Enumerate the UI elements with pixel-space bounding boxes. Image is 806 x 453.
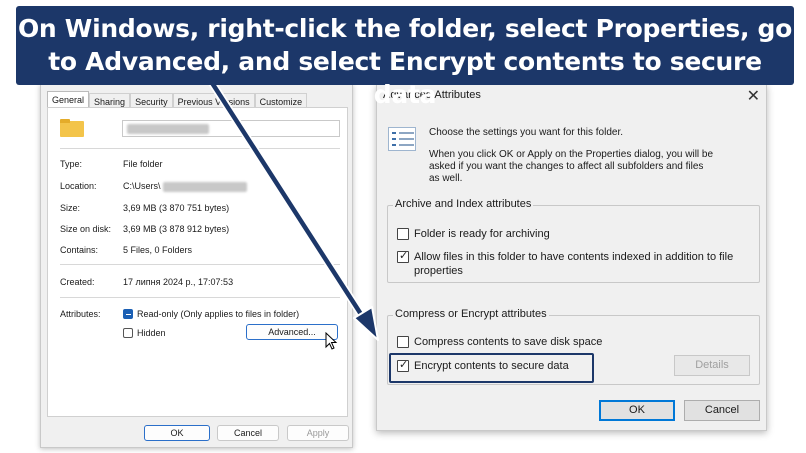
banner-line-1: On Windows, right-click the folder, sele… (17, 14, 793, 43)
banner-line-2: to Advanced, and select Encrypt contents… (48, 47, 762, 109)
instruction-banner: On Windows, right-click the folder, sele… (16, 6, 794, 109)
